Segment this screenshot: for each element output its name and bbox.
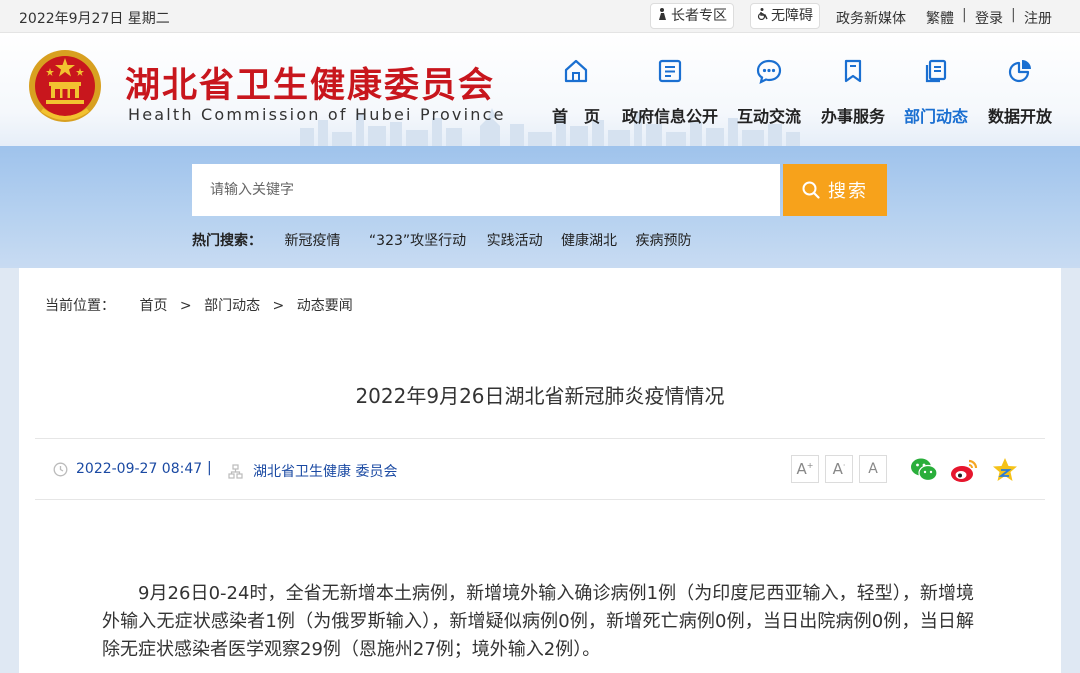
breadcrumb-highlights[interactable]: 动态要闻 [297, 298, 353, 314]
hot-keyword-link[interactable]: 疾病预防 [636, 233, 692, 249]
hot-search-label: 热门搜索： [192, 233, 262, 249]
gov-media-link[interactable]: 政务新媒体 [836, 8, 906, 28]
source-name: 湖北省卫生健康 委员会 [253, 464, 398, 480]
hot-keyword-link[interactable]: 健康湖北 [561, 233, 617, 249]
pie-chart-icon [1008, 60, 1031, 83]
font-default-button[interactable]: A· [825, 455, 853, 483]
favorite-icon[interactable] [990, 455, 1020, 485]
nav-home-label: 首 页 [551, 107, 600, 126]
document-icon [658, 59, 682, 83]
current-date: 2022年9月27日 星期二 [19, 11, 170, 27]
site-header: 湖北省卫生健康委员会 Health Commission of Hubei Pr… [0, 33, 1080, 146]
nav-home[interactable]: 首 页 [548, 33, 604, 146]
article-title: 2022年9月26日湖北省新冠肺炎疫情情况 [355, 384, 725, 408]
publish-time: 2022-09-27 08:47 [53, 461, 202, 477]
content-panel: 当前位置： 首页 > 部门动态 > 动态要闻 2022年9月26日湖北省新冠肺炎… [19, 268, 1061, 673]
article-meta-bar: 2022-09-27 08:47 | 湖北省卫生健康 委员会 A+ A· A [35, 438, 1045, 500]
nav-open-data-label: 数据开放 [987, 107, 1052, 126]
search-icon [802, 181, 820, 199]
chat-icon [756, 59, 782, 84]
hot-search: 热门搜索： 新冠疫情 “323”攻坚行动 实践活动 健康湖北 疾病预防 [192, 230, 706, 250]
nav-services[interactable]: 办事服务 [818, 33, 888, 146]
wheelchair-icon [757, 5, 769, 21]
search-button-label: 搜索 [828, 181, 868, 202]
site-subtitle: Health Commission of Hubei Province [128, 105, 506, 124]
hot-keyword-link[interactable]: 实践活动 [487, 233, 543, 249]
login-link[interactable]: 登录 [975, 8, 1003, 28]
breadcrumb-separator: > [179, 298, 192, 314]
breadcrumb-label: 当前位置： [45, 298, 115, 314]
article-body: 9月26日0-24时，全省无新增本土病例，新增境外输入确诊病例1例（为印度尼西亚… [102, 583, 974, 660]
search-band: 搜索 热门搜索： 新冠疫情 “323”攻坚行动 实践活动 健康湖北 疾病预防 [0, 146, 1080, 268]
accessibility-button[interactable]: 无障碍 [750, 3, 820, 29]
divider: | [962, 7, 967, 23]
breadcrumb-home[interactable]: 首页 [139, 298, 167, 314]
search-input[interactable] [192, 164, 780, 216]
bookmark-icon [844, 59, 862, 83]
breadcrumb: 当前位置： 首页 > 部门动态 > 动态要闻 [45, 295, 361, 315]
nav-gov-info-label: 政府信息公开 [621, 107, 718, 126]
search-button[interactable]: 搜索 [783, 164, 887, 216]
nav-interaction-label: 互动交流 [736, 107, 801, 126]
clock-icon [53, 462, 68, 476]
national-emblem-logo [29, 50, 101, 122]
site-title: 湖北省卫生健康委员会 [125, 66, 496, 106]
nav-gov-info[interactable]: 政府信息公开 [620, 33, 720, 146]
nav-open-data[interactable]: 数据开放 [985, 33, 1055, 146]
breadcrumb-dept-news[interactable]: 部门动态 [204, 298, 260, 314]
traditional-chinese-link[interactable]: 繁體 [926, 8, 954, 28]
font-increase-button[interactable]: A+ [791, 455, 819, 483]
weibo-icon[interactable] [949, 455, 979, 485]
register-link[interactable]: 注册 [1024, 8, 1052, 28]
article-source: 湖北省卫生健康 委员会 [228, 461, 397, 481]
elder-zone-button[interactable]: 长者专区 [650, 3, 734, 29]
hot-keyword-link[interactable]: 新冠疫情 [284, 233, 340, 249]
nav-dept-news[interactable]: 部门动态 [901, 33, 971, 146]
publish-datetime: 2022-09-27 08:47 [76, 461, 203, 477]
divider: | [1011, 7, 1016, 23]
nav-dept-news-label: 部门动态 [903, 107, 968, 126]
pages-icon [925, 59, 947, 83]
nav-services-label: 办事服务 [820, 107, 885, 126]
org-structure-icon [228, 463, 243, 479]
top-bar: 2022年9月27日 星期二 长者专区 无障碍 政务新媒体 繁體 | 登录 | … [0, 0, 1080, 33]
wechat-icon[interactable] [909, 455, 939, 485]
elder-zone-label: 长者专区 [671, 8, 727, 24]
accessibility-label: 无障碍 [771, 8, 813, 24]
hot-keyword-link[interactable]: “323”攻坚行动 [369, 233, 466, 249]
font-decrease-button[interactable]: A [859, 455, 887, 483]
divider: | [207, 460, 212, 476]
nav-interaction[interactable]: 互动交流 [734, 33, 804, 146]
home-icon [564, 59, 588, 83]
elder-icon [657, 5, 669, 20]
breadcrumb-separator: > [272, 298, 285, 314]
